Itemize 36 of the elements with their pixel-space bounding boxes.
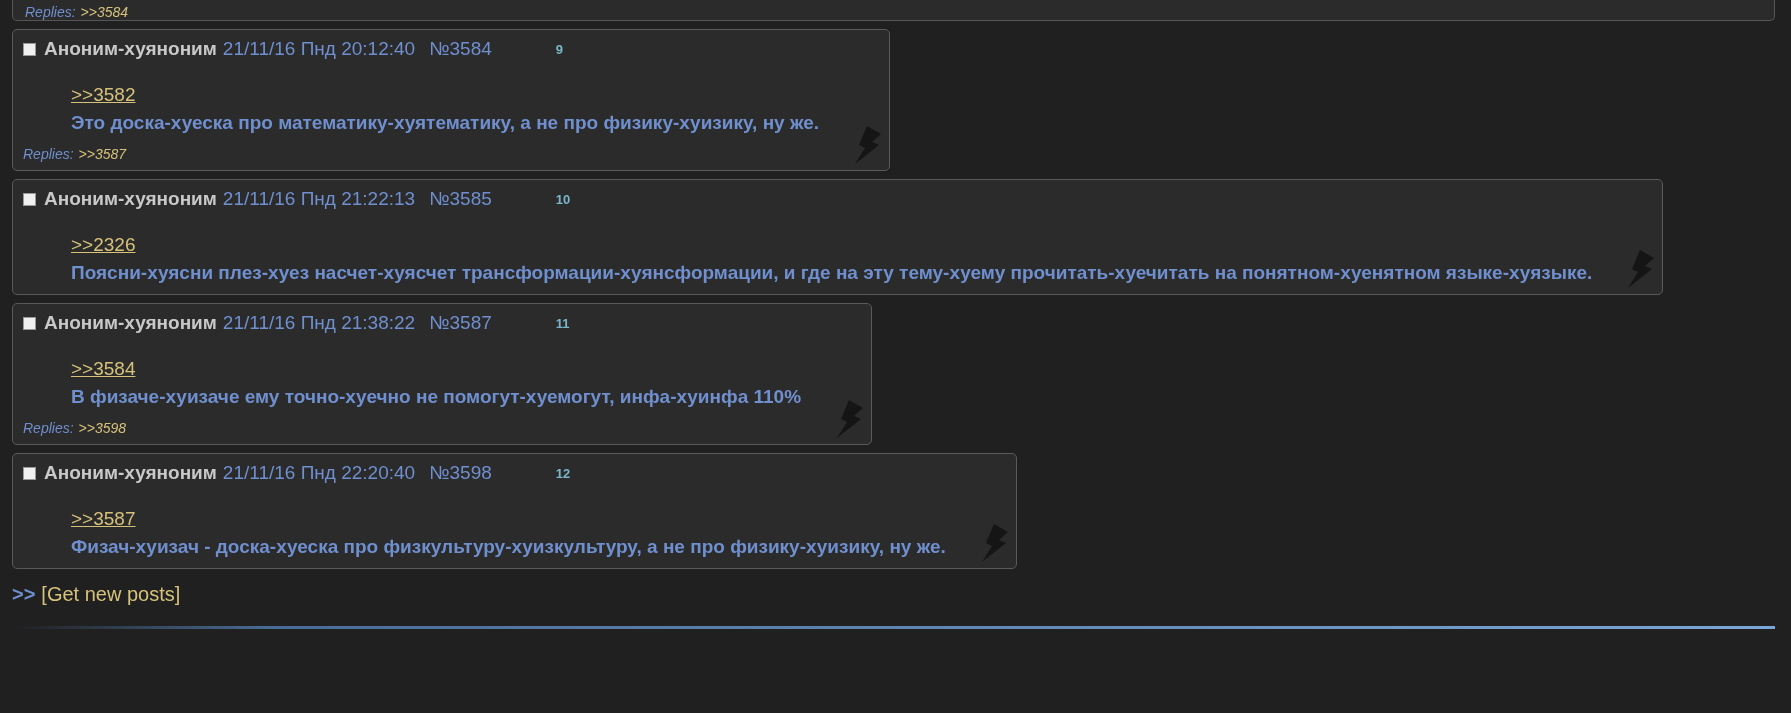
poster-name: Аноним-хуяноним [44, 188, 217, 210]
post-date: 21/11/16 Пнд 20:12:40 [222, 38, 416, 60]
checkbox[interactable] [23, 42, 36, 56]
post-message: В физаче-хуизаче ему точно-хуечно не помогут-хуемогут, инфа-хуинфа 110% [71, 386, 802, 408]
post-date: 21/11/16 Пнд 22:20:40 [222, 462, 416, 484]
post-index: 9 [555, 41, 564, 57]
post-number[interactable]: №3598 [429, 462, 492, 484]
post-index: 10 [555, 191, 571, 207]
quote-link[interactable]: >>2326 [71, 234, 136, 256]
post-message: Это доска-хуеска про математику-хуятематику, а не про физику-хуизику, ну же. [71, 112, 820, 134]
reply-link[interactable]: >>3587 [78, 146, 127, 162]
post-index: 12 [555, 465, 571, 481]
arrow-prefix: >> [12, 583, 36, 606]
poster-name: Аноним-хуяноним [44, 462, 217, 484]
post-number[interactable]: №3587 [429, 312, 492, 334]
post-message: Физач-хуизач - доска-хуеска про физкультуру-хуизкультуру, а не про физику-хуизику, ну же. [71, 536, 946, 558]
replies-label: Replies: [23, 146, 74, 162]
post-message: Поясни-хуясни плез-хуез насчет-хуясчет трансформации-хуянсформации, и где на эту тему-хуему прочитать-хуечитать на понятном-хуенятном языке-хуязыке. [71, 262, 1593, 284]
quote-link[interactable]: >>3582 [71, 84, 136, 106]
post-number[interactable]: №3584 [429, 38, 492, 60]
post-date: 21/11/16 Пнд 21:22:13 [222, 188, 416, 210]
post-number[interactable]: №3585 [429, 188, 492, 210]
poster-name: Аноним-хуяноним [44, 312, 217, 334]
checkbox[interactable] [23, 192, 36, 206]
post-index: 11 [555, 315, 570, 331]
reply-link[interactable]: >>3584 [80, 4, 129, 20]
post-date: 21/11/16 Пнд 21:38:22 [222, 312, 416, 334]
get-new-posts-link[interactable]: [Get new posts] [41, 583, 181, 606]
reply-link[interactable]: >>3598 [78, 420, 127, 436]
quote-link[interactable]: >>3587 [71, 508, 136, 530]
replies-label: Replies: [25, 4, 76, 20]
quote-link[interactable]: >>3584 [71, 358, 136, 380]
replies-label: Replies: [23, 420, 74, 436]
checkbox[interactable] [23, 316, 36, 330]
checkbox[interactable] [23, 466, 36, 480]
poster-name: Аноним-хуяноним [44, 38, 217, 60]
